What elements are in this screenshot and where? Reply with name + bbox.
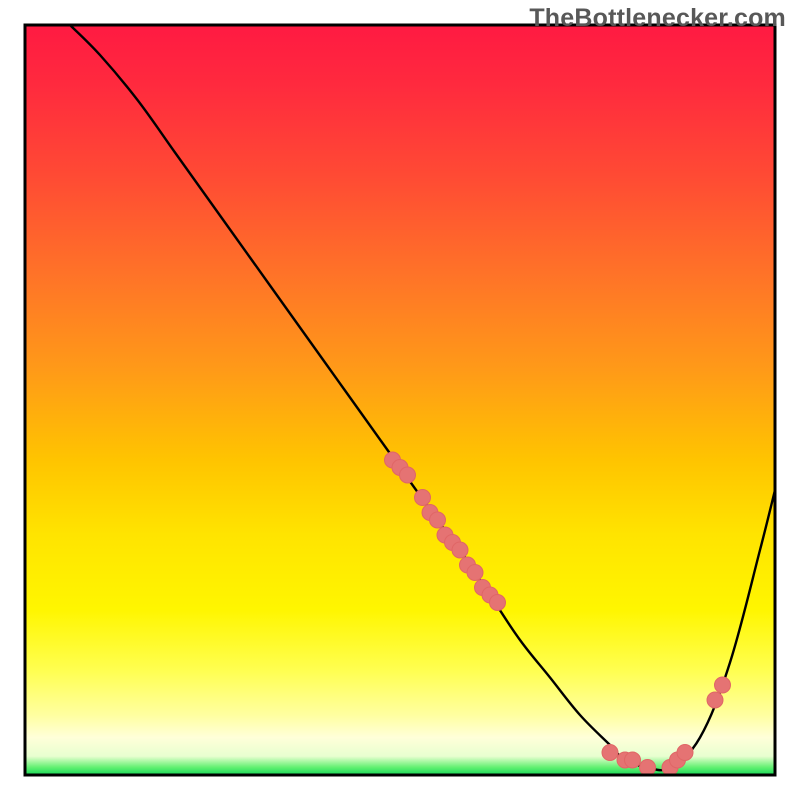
data-point	[490, 595, 506, 611]
chart-container: TheBottlenecker.com	[0, 0, 800, 800]
data-point	[452, 542, 468, 558]
chart-svg	[0, 0, 800, 800]
data-point	[430, 512, 446, 528]
data-point	[677, 745, 693, 761]
watermark-label: TheBottlenecker.com	[529, 4, 786, 33]
data-point	[640, 760, 656, 776]
data-point	[707, 692, 723, 708]
data-point	[715, 677, 731, 693]
data-point	[602, 745, 618, 761]
data-point	[415, 490, 431, 506]
data-point	[400, 467, 416, 483]
plot-background	[25, 25, 775, 775]
data-point	[625, 752, 641, 768]
data-point	[467, 565, 483, 581]
